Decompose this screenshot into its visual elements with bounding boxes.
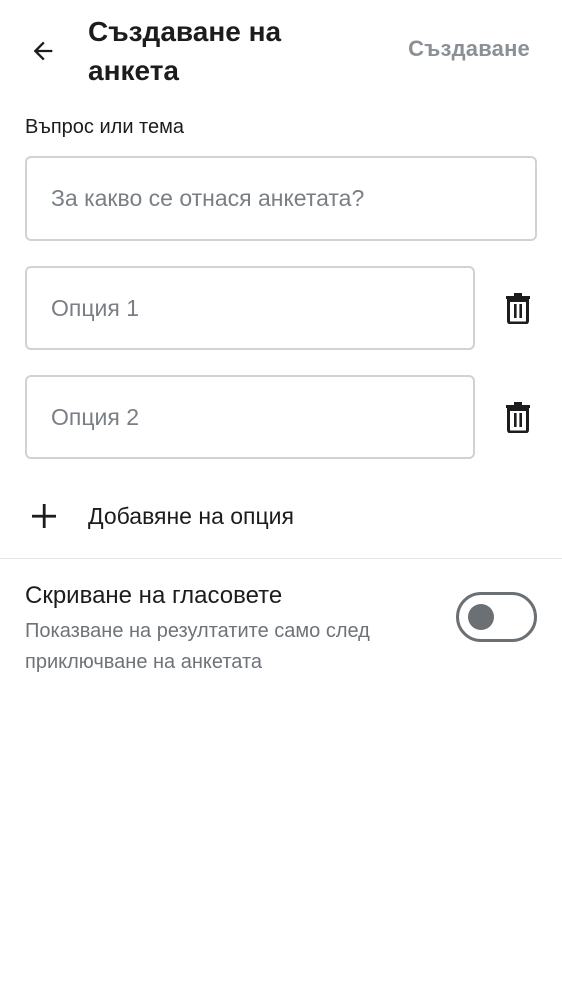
create-button[interactable]: Създаване	[408, 36, 530, 62]
trash-icon	[506, 293, 530, 324]
hide-votes-title: Скриване на гласовете	[25, 582, 283, 609]
plus-icon	[25, 494, 63, 538]
back-button[interactable]	[22, 30, 64, 72]
toggle-knob	[468, 604, 494, 630]
option-2-input[interactable]	[27, 377, 473, 457]
add-option-button[interactable]: Добавяне на опция	[25, 494, 365, 538]
delete-option-1-button[interactable]	[500, 290, 536, 326]
section-divider	[0, 558, 562, 559]
hide-votes-toggle[interactable]	[456, 592, 537, 642]
question-label: Въпрос или тема	[25, 116, 184, 138]
add-option-label: Добавяне на опция	[88, 502, 294, 529]
create-poll-screen: Създаване на анкета Създаване Въпрос или…	[0, 0, 562, 1000]
arrow-left-icon	[33, 41, 53, 61]
app-header: Създаване на анкета Създаване	[0, 0, 562, 100]
trash-icon	[506, 402, 530, 433]
option-field-1	[25, 266, 475, 350]
question-input[interactable]	[27, 158, 535, 239]
option-1-input[interactable]	[27, 268, 473, 348]
delete-option-2-button[interactable]	[500, 399, 536, 435]
page-title: Създаване на анкета	[88, 16, 282, 86]
hide-votes-description: Показване на резултатите само след прикл…	[25, 620, 370, 673]
question-field	[25, 156, 537, 241]
option-field-2	[25, 375, 475, 459]
